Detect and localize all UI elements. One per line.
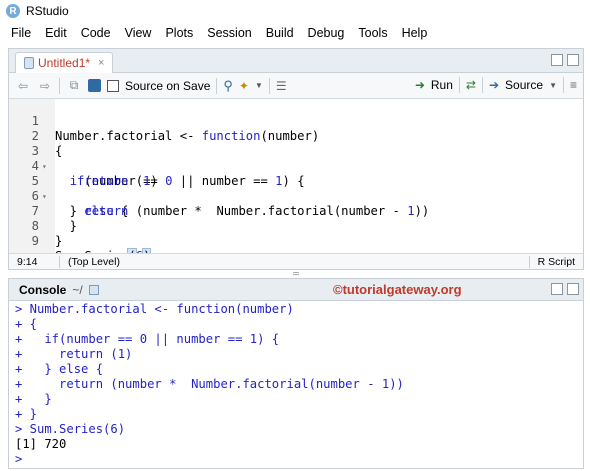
console-prompt[interactable]: > xyxy=(15,452,30,467)
toolbar-divider xyxy=(59,77,60,94)
menu-bar: File Edit Code View Plots Session Build … xyxy=(0,22,590,44)
menu-code[interactable]: Code xyxy=(74,26,118,40)
code-line[interactable]: 4 return (1) xyxy=(9,144,583,188)
menu-file[interactable]: File xyxy=(4,26,38,40)
source-editor-pane: Untitled1* × ⇦ ⇨ ⧉ Source on Save ⚲ ✦ ▼ … xyxy=(8,48,584,270)
console-line: > Sum.Series(6) xyxy=(15,422,126,436)
code-editor[interactable]: 1 Number.factorial <- function(number) 2… xyxy=(9,99,583,264)
editor-toolbar: ⇦ ⇨ ⧉ Source on Save ⚲ ✦ ▼ ☰ ➜ Run ⇄ ➔ S… xyxy=(9,73,583,99)
back-arrow-icon[interactable]: ⇦ xyxy=(15,79,31,93)
toolbar-divider xyxy=(562,77,564,93)
window-title: RStudio xyxy=(26,4,69,18)
minimize-pane-button[interactable] xyxy=(551,54,563,66)
tab-untitled1[interactable]: Untitled1* × xyxy=(15,52,114,73)
source-dropdown-icon[interactable]: ▼ xyxy=(549,81,557,90)
toolbar-divider xyxy=(268,77,270,94)
goto-directory-icon[interactable] xyxy=(88,284,99,295)
pane-controls xyxy=(551,54,579,66)
document-outline-icon[interactable]: ≡ xyxy=(570,78,577,92)
code-line[interactable]: 1 Number.factorial <- function(number) xyxy=(9,99,583,143)
console-result: [1] 720 xyxy=(15,437,67,451)
code-line[interactable]: 6 return (number * Number.factorial(numb… xyxy=(9,174,583,218)
maximize-console-button[interactable] xyxy=(567,283,579,295)
console-output[interactable]: > Number.factorial <- function(number) +… xyxy=(9,301,583,468)
rstudio-logo-icon: R xyxy=(6,4,20,18)
console-line: + } xyxy=(15,392,52,406)
console-line: > Number.factorial <- function(number) xyxy=(15,302,294,316)
rerun-icon[interactable]: ⇄ xyxy=(466,78,476,92)
menu-help[interactable]: Help xyxy=(395,26,435,40)
console-header: Console ~/ ©tutorialgateway.org xyxy=(9,279,583,301)
r-file-icon xyxy=(24,57,34,69)
source-on-save-label: Source on Save xyxy=(125,78,211,93)
code-text: } xyxy=(55,234,63,248)
code-line[interactable]: 2 { xyxy=(9,114,583,158)
code-line[interactable]: 9 Sum.Series(6) xyxy=(9,219,583,264)
forward-arrow-icon[interactable]: ⇨ xyxy=(37,79,53,93)
source-button[interactable]: Source xyxy=(505,78,543,92)
code-line[interactable]: 5 ▾ } else { xyxy=(9,159,583,218)
toolbar-run-group: ➜ Run ⇄ ➔ Source ▼ ≡ xyxy=(415,77,577,93)
line-number: 9 xyxy=(31,234,39,248)
source-on-save-checkbox[interactable] xyxy=(107,79,119,92)
title-bar: R RStudio xyxy=(0,0,590,22)
menu-tools[interactable]: Tools xyxy=(351,26,394,40)
editor-status-bar: 9:14 (Top Level) R Script xyxy=(9,253,583,269)
editor-tabstrip: Untitled1* × xyxy=(9,49,583,73)
splitter-grip-icon xyxy=(293,272,299,275)
console-line: + { xyxy=(15,317,38,331)
run-button[interactable]: Run xyxy=(431,78,453,92)
close-tab-icon[interactable]: × xyxy=(98,57,104,69)
file-type-selector[interactable]: R Script xyxy=(530,256,583,268)
menu-plots[interactable]: Plots xyxy=(158,26,200,40)
toolbar-divider xyxy=(216,77,218,94)
find-replace-icon[interactable]: ⚲ xyxy=(223,78,233,94)
menu-build[interactable]: Build xyxy=(259,26,301,40)
watermark: ©tutorialgateway.org xyxy=(333,282,462,297)
working-directory: ~/ xyxy=(72,282,83,297)
console-line: + } xyxy=(15,407,38,421)
maximize-pane-button[interactable] xyxy=(567,54,579,66)
scope-selector[interactable]: (Top Level) xyxy=(60,256,529,268)
menu-debug[interactable]: Debug xyxy=(301,26,352,40)
console-line: + return (number * Number.factorial(numb… xyxy=(15,377,404,391)
source-arrow-icon: ➔ xyxy=(488,78,500,92)
console-line: + return (1) xyxy=(15,347,133,361)
console-line: + if(number == 0 || number == 1) { xyxy=(15,332,280,346)
pane-splitter[interactable] xyxy=(0,270,590,278)
console-pane: Console ~/ ©tutorialgateway.org > Number… xyxy=(8,278,584,469)
menu-edit[interactable]: Edit xyxy=(38,26,74,40)
save-icon[interactable] xyxy=(88,79,101,92)
code-line[interactable]: 3 ▾ if(number == 0 || number == 1) { xyxy=(9,129,583,188)
show-in-window-icon[interactable]: ⧉ xyxy=(66,78,82,93)
run-arrow-icon: ➜ xyxy=(414,78,425,92)
tab-label: Untitled1* xyxy=(38,56,91,70)
console-line: + } else { xyxy=(15,362,104,376)
console-pane-controls xyxy=(551,283,579,295)
compile-report-icon[interactable]: ☰ xyxy=(276,79,287,93)
cursor-position: 9:14 xyxy=(17,255,38,268)
code-line[interactable]: 8 } xyxy=(9,204,583,248)
toolbar-divider xyxy=(458,77,460,93)
menu-view[interactable]: View xyxy=(118,26,159,40)
code-tools-dropdown-icon[interactable]: ▼ xyxy=(255,81,263,90)
console-tab[interactable]: Console xyxy=(19,283,66,297)
minimize-console-button[interactable] xyxy=(551,283,563,295)
code-tools-wand-icon[interactable]: ✦ xyxy=(239,79,249,93)
menu-session[interactable]: Session xyxy=(200,26,258,40)
toolbar-divider xyxy=(481,77,483,93)
code-line[interactable]: 7 } xyxy=(9,189,583,233)
